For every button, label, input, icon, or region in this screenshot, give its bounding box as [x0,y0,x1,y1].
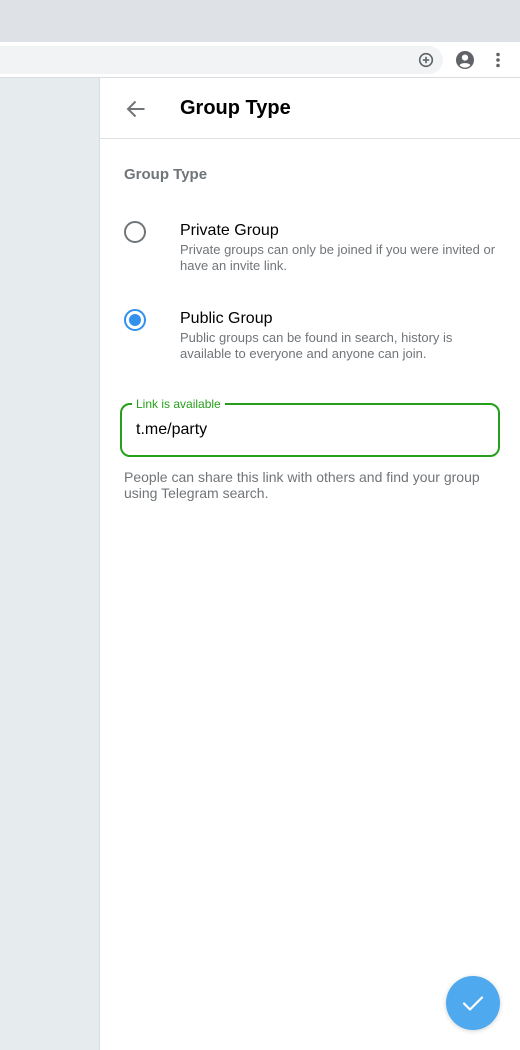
page-title: Group Type [180,97,291,119]
link-status-label: Link is available [132,397,225,411]
check-icon [462,995,484,1011]
group-type-panel: Group Type Group Type Private Group Priv… [100,78,520,1050]
arrow-left-icon [126,100,145,118]
chat-list-pane [0,78,100,1050]
public-link-input[interactable] [136,419,476,441]
private-group-radio[interactable] [124,221,146,243]
panel-header: Group Type [100,78,520,139]
browser-tab-strip [0,0,520,42]
more-vert-icon[interactable] [488,50,508,70]
section-title: Group Type [124,166,208,183]
private-group-label: Private Group [180,222,279,239]
public-group-label: Public Group [180,310,273,327]
link-help-text: People can share this link with others a… [124,469,480,501]
profile-icon[interactable] [455,50,475,70]
private-group-option[interactable]: Private Group Private groups can only be… [100,218,520,288]
public-group-option[interactable]: Public Group Public groups can be found … [100,306,520,376]
private-group-description: Private groups can only be joined if you… [180,242,496,273]
zoom-icon[interactable] [416,50,436,70]
confirm-button[interactable] [446,976,500,1030]
public-group-radio[interactable] [124,309,146,331]
public-link-field: Link is available [120,397,500,457]
radio-selected-dot [129,314,141,326]
public-group-description: Public groups can be found in search, hi… [180,330,453,361]
address-bar[interactable] [0,46,443,74]
back-button[interactable] [122,95,150,123]
browser-toolbar [0,42,520,78]
